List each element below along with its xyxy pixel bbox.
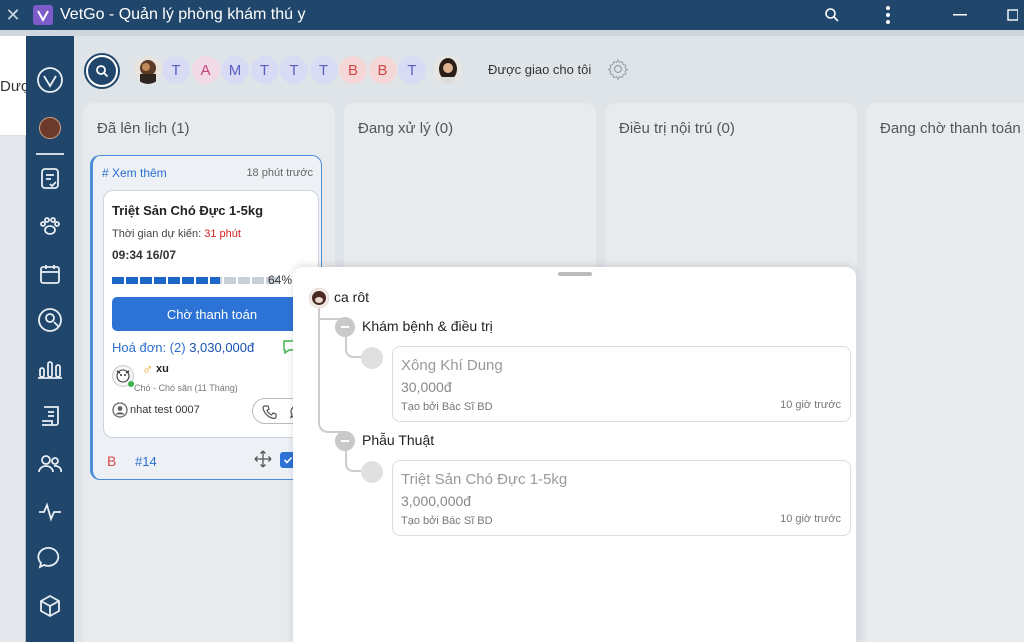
await-payment-button[interactable]: Chờ thanh toán [112,297,312,331]
invoice-info[interactable]: Hoá đơn: (2) 3,030,000đ [112,340,254,355]
estimate-value: 31 phút [204,228,241,240]
tag-badge: B [107,453,117,469]
invoice-amount: 3,030,000đ [189,340,255,355]
staff-avatar-photo[interactable] [134,56,162,84]
progress-fill [112,277,220,284]
group-name: Khám bệnh & điều trị [362,318,493,334]
staff-letter-avatar[interactable]: T [162,56,190,84]
column-title: Đã lên lịch (1) [97,120,190,137]
staff-avatar-photo-2[interactable] [434,56,462,84]
column-title: Đang chờ thanh toán [880,120,1021,137]
user-avatar[interactable] [26,108,74,148]
title-bar: ✕ VetGo - Quản lý phòng khám thú y [0,0,1024,30]
service-item-name: Xông Khí Dung [401,357,503,374]
male-icon: ♂ [142,361,154,378]
chat-icon[interactable] [26,538,74,578]
staff-letter-avatar[interactable]: T [309,56,338,84]
drag-handle[interactable] [558,272,592,276]
staff-letter-avatar[interactable]: M [221,56,249,84]
background-window: Dược [0,36,38,642]
user-icon [112,402,128,423]
sidebar-divider [36,153,64,155]
box-icon[interactable] [26,586,74,626]
pet-name: xu [156,363,169,375]
staff-letter-avatar[interactable]: A [191,56,220,84]
service-item-time: 10 giờ trước [780,399,841,411]
staff-letter-avatar[interactable]: T [398,56,426,84]
service-item-price: 3,000,000đ [401,493,472,509]
service-item-card[interactable]: Xông Khí Dung 30,000đ Tạo bởi Bác Sĩ BD … [392,346,851,422]
staff-letter-avatar[interactable]: B [368,56,397,84]
estimate-label: Thời gian dự kiến: [112,228,202,240]
staff-letter-avatar[interactable]: B [339,56,367,84]
phone-icon [262,405,277,420]
appointment-datetime: 09:34 16/07 [112,248,177,262]
pet-info: Chó - Chó săn (11 Tháng) [134,383,238,393]
item-status-dot [361,461,383,483]
close-icon[interactable]: ✕ [0,0,26,30]
owner-name: nhat test 0007 [130,404,200,416]
zoom-icon[interactable] [812,0,852,30]
service-item-time: 10 giờ trước [780,513,841,525]
assigned-to-me-filter[interactable]: Được giao cho tôi [488,62,591,77]
collapse-group-icon[interactable] [335,317,355,337]
service-item-card[interactable]: Triệt Sản Chó Đực 1-5kg 3,000,000đ Tạo b… [392,460,851,536]
minimize-icon[interactable] [940,0,980,30]
estimate-time: Thời gian dự kiến: 31 phút [112,228,241,240]
column-title: Điều trị nội trú (0) [619,120,735,137]
calendar-icon[interactable] [26,254,74,294]
search-user-icon[interactable] [26,300,74,340]
service-item-creator: Tạo bởi Bác Sĩ BD [401,515,493,527]
filter-bar: TAMTTTBBT Được giao cho tôi [74,36,1024,104]
progress-bar [112,277,280,284]
appointment-card[interactable]: # Xem thêm 18 phút trước Triệt Sản Chó Đ… [90,155,322,480]
service-name: Triệt Sản Chó Đực 1-5kg [112,203,264,218]
window-title: VetGo - Quản lý phòng khám thú y [60,6,306,23]
sidebar [26,36,74,642]
item-status-dot [361,347,383,369]
staff-icon[interactable] [26,444,74,484]
view-more-link[interactable]: # Xem thêm [102,166,167,180]
invoice-label: Hoá đơn: (2) [112,340,186,355]
service-item-name: Triệt Sản Chó Đực 1-5kg [401,471,568,488]
maximize-icon[interactable] [1000,0,1024,30]
gear-icon[interactable] [607,58,629,85]
service-item-creator: Tạo bởi Bác Sĩ BD [401,401,493,413]
group-name: Phẫu Thuật [362,432,435,448]
card-time-ago: 18 phút trước [246,167,313,179]
app-logo-icon [33,5,53,25]
staff-letter-avatar[interactable]: T [280,56,308,84]
service-box: Triệt Sản Chó Đực 1-5kg Thời gian dự kiế… [103,190,319,438]
service-tree-sheet: ca rôt Khám bệnh & điều trị Xông Khí Dun… [293,267,856,642]
progress-label: 64% [268,273,293,287]
health-icon[interactable] [26,492,74,532]
search-button[interactable] [84,53,120,89]
more-menu-icon[interactable] [868,0,908,30]
vetgo-logo-icon[interactable] [26,60,74,100]
paw-icon[interactable] [26,206,74,246]
documents-icon[interactable] [26,396,74,436]
service-item-price: 30,000đ [401,379,452,395]
pet-avatar [309,288,329,308]
column-awaiting-payment: Đang chờ thanh toán [866,103,1024,642]
staff-letter-avatar[interactable]: T [250,56,279,84]
background-window-header: Dược [0,36,38,136]
move-icon[interactable] [253,449,273,474]
reports-icon[interactable] [26,348,74,388]
column-title: Đang xử lý (0) [358,120,454,137]
pet-name: ca rôt [334,289,370,305]
collapse-group-icon[interactable] [335,431,355,451]
tasks-icon[interactable] [26,158,74,198]
appointment-number: #14 [135,454,157,469]
